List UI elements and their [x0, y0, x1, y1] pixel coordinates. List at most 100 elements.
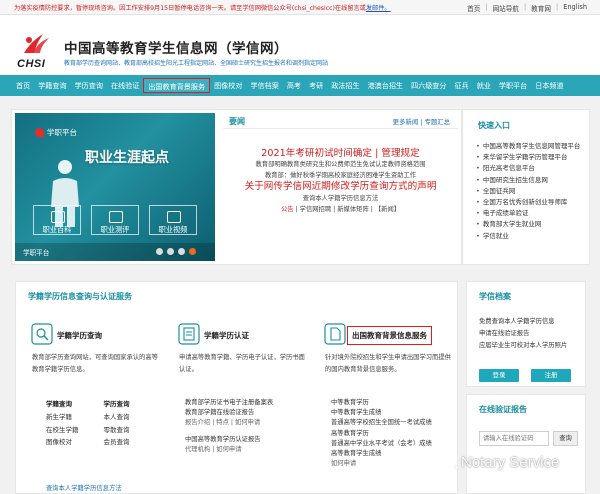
quick-entry-item[interactable]: 阳光高考信息平台 [476, 163, 580, 174]
archive-title: 学信档案 [479, 292, 511, 301]
nav-item-online-verify[interactable]: 在线验证 [107, 78, 143, 93]
verification-section: 学籍学历信息查询与认证服务 学籍学历查询 教育部学历查询网站，可查询国家承认的高… [15, 281, 458, 494]
nav-item-gaokao[interactable]: 高考 [283, 78, 305, 93]
notice-email-link[interactable]: 发邮件。 [366, 5, 391, 12]
degree-query-desc: 教育部学历查询网站，可查询国家承认的高等教育学籍学历信息。 [32, 354, 158, 373]
huikao-scores-link[interactable]: 普通高中学业水平考试（会考）成绩 [331, 439, 432, 449]
video-icon [167, 211, 181, 223]
news-item[interactable]: 查询本人学籍学历信息方法 [223, 193, 458, 202]
top-link-home[interactable]: 首页 [462, 3, 485, 13]
top-links: 首页 | 网站导航 | 教育网 | English [462, 3, 592, 13]
site-title: 中国高等教育学生信息网（学信网） [64, 41, 288, 57]
top-link-site-nav[interactable]: 网站导航 [488, 3, 524, 13]
degree-query-title[interactable]: 学籍学历查询 [57, 330, 102, 341]
top-link-edu-net[interactable]: 教育网 [526, 3, 556, 13]
topics-link[interactable]: 专题汇总 [424, 118, 450, 126]
news-item[interactable]: 教育部明确教育类研究生和公费师范生免试认定教师资格范围 [223, 159, 458, 168]
degree-cert-report-link[interactable]: 中国高等教育学历认证报告 [185, 435, 273, 445]
search-button[interactable]: 查询 [553, 431, 578, 446]
degree-query-link[interactable]: 学历查询 [104, 398, 162, 408]
notice-banner: 为落实疫情防控要求，暂停现场咨询。因工作安排9月15日暂停电话咨询一天。请至学信… [14, 3, 391, 12]
quick-entry-item[interactable]: 中国研究生招生信息网 [476, 175, 580, 186]
news-section: 要闻 更多新闻 | 专题汇总 2021年考研初试时间确定 | 管理规定 教育部明… [223, 113, 458, 261]
online-report-title: 在线验证报告 [479, 405, 527, 414]
main-nav: 首页 学籍查询 学历查询 在线验证 出国教育背景服务 图像校对 学信档案 高考 … [0, 75, 600, 96]
carousel-dot[interactable] [178, 248, 185, 255]
nav-item-enrollment-query[interactable]: 学籍查询 [34, 78, 70, 93]
chsi-logo[interactable]: CHSI [17, 31, 57, 73]
enrollment-query-link[interactable]: 学籍查询 [46, 398, 104, 408]
carousel-dot[interactable] [167, 248, 174, 255]
quick-entry-item[interactable]: 来华留学生学籍学历管理平台 [476, 152, 580, 163]
top-link-english[interactable]: English [558, 3, 592, 13]
nav-item-cet-score[interactable]: 四六级查分 [407, 78, 450, 93]
report-info-links[interactable]: 报告介绍 | 特点 | 如何申请 [185, 418, 273, 428]
career-video-button[interactable]: 职业视频 [149, 205, 197, 235]
news-links[interactable]: 学信网招聘 | 新媒体矩阵 | 【新闻】 [300, 206, 400, 213]
degree-certification-links: 教育部学历证书电子注册备案表 教育部学籍在线验证报告 报告介绍 | 特点 | 如… [185, 398, 273, 455]
single-query-link[interactable]: 零散查询 [104, 424, 162, 434]
nav-item-conscription[interactable]: 征兵 [451, 78, 473, 93]
gaokao-scores-link[interactable]: 普通高等学校招生全国统一考试成绩 [331, 418, 432, 428]
higher-scores-link[interactable]: 高等教育学生成绩 [331, 449, 432, 459]
chsi-logo-mark-icon [24, 34, 49, 53]
how-to-apply-link[interactable]: 如何申请 [331, 459, 432, 469]
nav-item-kaoyan[interactable]: 考研 [305, 78, 327, 93]
archive-line[interactable]: 申请在线验证报告 [479, 328, 567, 340]
member-query-link[interactable]: 会员查询 [104, 436, 162, 446]
nav-item-image-check[interactable]: 图像校对 [210, 78, 246, 93]
image-check-link[interactable]: 图像校对 [46, 436, 104, 446]
quick-entry-item[interactable]: 电子成绩单验证 [476, 208, 580, 219]
quick-entry-item[interactable]: 教育部大学生就业网 [476, 219, 580, 230]
carousel-dot-active[interactable] [189, 248, 196, 255]
login-button[interactable]: 登录 [479, 369, 519, 382]
quick-entry-list: 中国高等教育学生信息网管理平台 来华留学生学籍学历管理平台 阳光高考信息平台 中… [476, 141, 581, 242]
quick-entry-item[interactable]: 全国万名优秀创新创业导师库 [476, 197, 580, 208]
verification-code-input[interactable] [479, 431, 549, 446]
banner-brand-label: 学职平台 [47, 128, 77, 137]
announcement-link[interactable]: 公告 [281, 206, 294, 213]
new-student-link[interactable]: 新生学籍 [46, 411, 104, 421]
site-tagline: 教育部学历查询网站、教育部高校招生阳光工程指定网站、全国硕士研究生招生报名和调剂… [64, 60, 329, 67]
archive-line[interactable]: 应届毕业生可校对本人学历照片 [479, 340, 567, 352]
nav-item-home[interactable]: 首页 [12, 78, 34, 93]
current-student-link[interactable]: 在校生学籍 [46, 424, 104, 434]
news-headline-kaoyan[interactable]: 2021年考研初试时间确定 | 管理规定 [223, 145, 458, 159]
cert-record-link[interactable]: 教育部学历证书电子注册备案表 [185, 398, 273, 408]
career-banner[interactable]: 学职平台 职业生涯起点 职业百科 职业测评 职业视频 学职平台 [15, 113, 215, 261]
career-assessment-button[interactable]: 职业测评 [91, 205, 139, 235]
agency-links[interactable]: 代理机构 | 如何申请 [185, 445, 273, 455]
nav-item-law-enroll[interactable]: 政法招生 [327, 78, 363, 93]
career-video-label: 职业视频 [158, 225, 188, 234]
nav-item-archive[interactable]: 学信档案 [246, 78, 282, 93]
query-method-link[interactable]: 查询本人学籍学历信息方法 [46, 483, 122, 492]
nav-item-japan[interactable]: 日本频道 [531, 78, 567, 93]
nav-item-career[interactable]: 学职平台 [495, 78, 531, 93]
nav-item-degree-query[interactable]: 学历查询 [71, 78, 107, 93]
quick-entry-item[interactable]: 学信就业 [476, 231, 580, 242]
register-button[interactable]: 注册 [531, 369, 571, 382]
archive-buttons: 登录 注册 [479, 369, 571, 382]
online-report-link[interactable]: 教育部学籍在线验证报告 [185, 408, 273, 418]
nav-item-overseas-service[interactable]: 出国教育背景服务 [143, 78, 211, 93]
secondary-scores-link[interactable]: 中等教育学生成绩 [331, 408, 432, 418]
higher-degree-link[interactable]: 高等教育学历 [331, 429, 432, 439]
degree-certification-title[interactable]: 学籍学历认证 [204, 330, 249, 341]
self-query-link[interactable]: 本人查询 [104, 411, 162, 421]
secondary-degree-link[interactable]: 中等教育学历 [331, 398, 432, 408]
logo-text: CHSI [17, 58, 46, 70]
book-icon [51, 211, 65, 223]
carousel-dot[interactable] [156, 248, 163, 255]
news-links-row: 公告 | 学信网招聘 | 新媒体矩阵 | 【新闻】 [280, 206, 401, 213]
overseas-service-desc: 针对境外院校招生和学生申请出国学习而提供的国内教育背景信息服务。 [325, 354, 451, 373]
nav-item-jobs[interactable]: 就业 [473, 78, 495, 93]
news-headline-statement[interactable]: 关于网传学信网近期修改学历查询方式的声明 [223, 178, 458, 192]
nav-item-hk-mo-tw[interactable]: 港澳台招生 [364, 78, 407, 93]
more-news-link[interactable]: 更多新闻 [393, 118, 419, 126]
banner-footer-label: 学职平台 [23, 249, 50, 257]
career-encyclopedia-button[interactable]: 职业百科 [33, 205, 81, 235]
quick-entry-item[interactable]: 全国征兵网 [476, 186, 580, 197]
quick-entry-item[interactable]: 中国高等教育学生信息网管理平台 [476, 141, 581, 152]
overseas-service-title[interactable]: 出国教育背景信息服务 [347, 326, 432, 345]
archive-line[interactable]: 免费查询本人学籍学历信息 [479, 316, 567, 328]
